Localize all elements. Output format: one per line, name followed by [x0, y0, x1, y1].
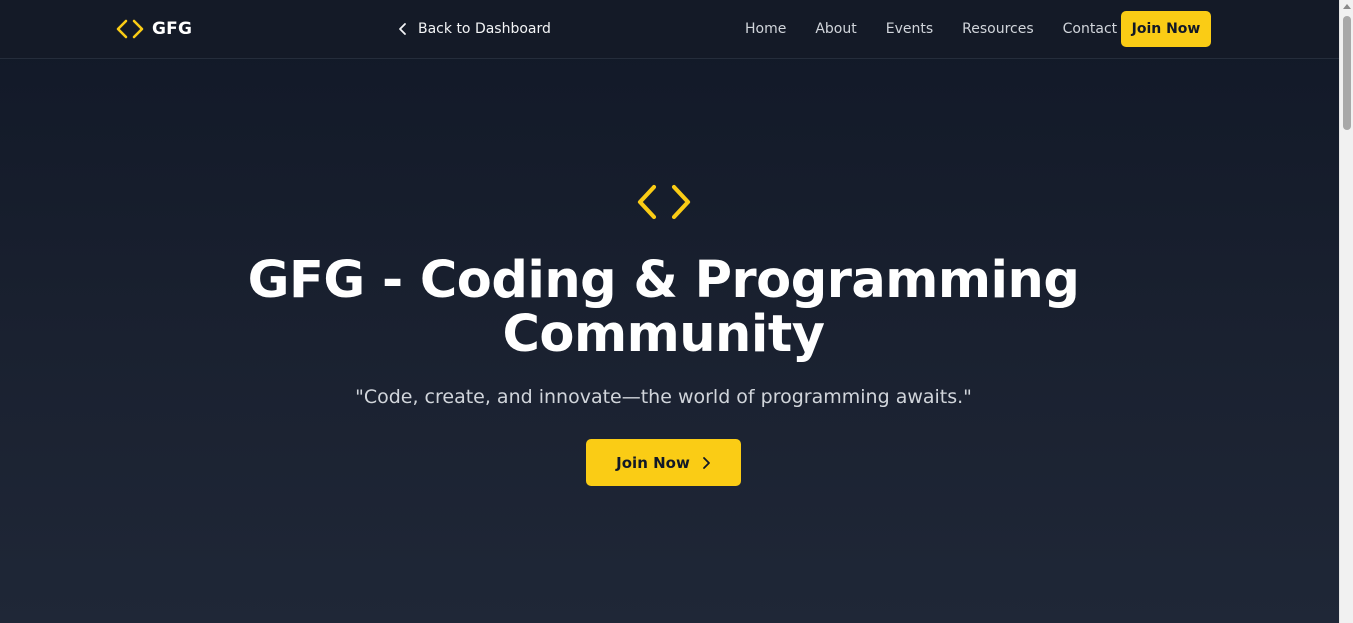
hero-title: GFG - Coding & Programming Community	[150, 254, 1177, 362]
code-brackets-icon	[636, 184, 692, 220]
nav-link-resources[interactable]: Resources	[962, 21, 1034, 37]
nav-links: Home About Events Resources Contact	[745, 19, 1117, 39]
chevron-right-icon	[702, 456, 711, 470]
page: GFG Back to Dashboard Home About Events …	[0, 0, 1339, 623]
chevron-left-icon	[398, 22, 408, 36]
back-link-label: Back to Dashboard	[418, 21, 551, 37]
navbar: GFG Back to Dashboard Home About Events …	[0, 0, 1339, 59]
hero-tagline: "Code, create, and innovate—the world of…	[355, 386, 972, 408]
nav-link-events[interactable]: Events	[886, 21, 933, 37]
brand-logo[interactable]: GFG	[116, 17, 192, 41]
nav-link-home[interactable]: Home	[745, 21, 786, 37]
nav-join-now-button[interactable]: Join Now	[1121, 11, 1211, 47]
vertical-scrollbar[interactable]	[1339, 0, 1353, 623]
hero-join-label: Join Now	[616, 453, 690, 472]
nav-link-contact[interactable]: Contact	[1063, 21, 1117, 37]
scroll-up-arrow-icon[interactable]	[1343, 4, 1351, 9]
hero-title-line-1: GFG - Coding & Programming	[247, 251, 1080, 310]
nav-link-about[interactable]: About	[815, 21, 856, 37]
brand-name: GFG	[152, 19, 193, 39]
hero-join-now-button[interactable]: Join Now	[586, 439, 741, 486]
code-brackets-icon	[116, 19, 144, 39]
back-to-dashboard-link[interactable]: Back to Dashboard	[398, 19, 551, 39]
scrollbar-thumb[interactable]	[1343, 16, 1351, 130]
hero-title-line-2: Community	[502, 305, 825, 364]
